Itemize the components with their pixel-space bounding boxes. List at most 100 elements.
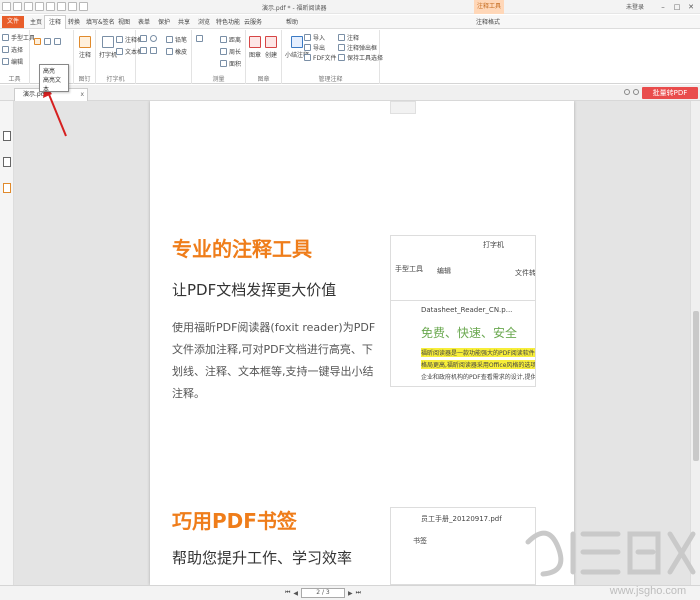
watermark-glyph-3 [667, 531, 696, 575]
first-page-icon[interactable]: ⏮ [285, 589, 290, 597]
note-button[interactable]: 注释 [79, 36, 91, 59]
pencil-button[interactable]: 铅笔 [166, 35, 187, 44]
tab-features[interactable]: 特色功能 [216, 17, 240, 26]
perimeter-button[interactable]: 周长 [220, 47, 241, 56]
underline-button[interactable] [44, 38, 51, 45]
close-icon[interactable]: ✕ [686, 2, 696, 12]
scrollbar-thumb[interactable] [693, 311, 699, 461]
export-label: 导出 [313, 45, 326, 52]
page-decoration [390, 101, 416, 114]
tab-view[interactable]: 视图 [118, 17, 130, 26]
ribbon-tabs: 文件 主页 注释 转换 填写&签名 视图 表单 保护 共享 浏览 特色功能 云服… [0, 15, 700, 42]
last-page-icon[interactable]: ⏭ [356, 589, 361, 597]
rectangle-button[interactable] [140, 35, 147, 42]
hand-icon[interactable] [57, 2, 66, 11]
oval-button[interactable] [150, 35, 157, 42]
polygon-button[interactable] [150, 47, 157, 54]
next-page-icon[interactable]: ▶ [348, 590, 353, 597]
distance-button[interactable]: 距离 [220, 35, 241, 44]
document-tab-bar: 演示.pdf * x 批量转PDF [0, 85, 700, 101]
shot2-panel-title: 书签 [413, 537, 427, 545]
ribbon-group-measure: 距离 周长 面积 测量 [192, 30, 246, 84]
window-title: 演示.pdf * - 福昕阅读器 [262, 5, 327, 12]
textbox-icon [116, 48, 123, 55]
strikeout-button[interactable] [54, 38, 61, 45]
watermark-glyph-2 [627, 531, 661, 575]
section1-subtitle: 让PDF文档发挥更大价值 [172, 281, 337, 299]
highlight-area-button[interactable] [196, 35, 203, 42]
comments-panel-icon[interactable] [3, 183, 11, 193]
tab-cloud[interactable]: 云服务 [244, 17, 262, 26]
print-icon[interactable] [24, 2, 33, 11]
redo-icon[interactable] [46, 2, 55, 11]
perimeter-icon [220, 48, 227, 55]
watermark-url: www.jsgho.com [609, 585, 686, 597]
comments-button[interactable]: 注释 [338, 33, 359, 42]
edit-tool-button[interactable]: 编辑 [2, 57, 23, 66]
context-tab-annotation-tools[interactable]: 注释工具 [474, 0, 504, 14]
import-button[interactable]: 导入 [304, 33, 325, 42]
tab-form[interactable]: 表单 [138, 17, 150, 26]
tab-home[interactable]: 主页 [30, 17, 42, 26]
callout-icon [116, 36, 123, 43]
stamp-label: 图章 [249, 52, 262, 59]
distance-icon [220, 36, 227, 43]
highlight-button[interactable] [34, 38, 41, 45]
export-button[interactable]: 导出 [304, 43, 325, 52]
keep-tool-checkbox[interactable]: 保持工具选择 [338, 53, 383, 62]
note-icon [79, 36, 91, 48]
tab-share[interactable]: 共享 [178, 17, 190, 26]
maximize-icon[interactable]: □ [672, 2, 682, 12]
tab-fill-sign[interactable]: 填写&签名 [86, 17, 115, 26]
bookmark-panel-icon[interactable] [3, 131, 11, 141]
eraser-button[interactable]: 橡皮 [166, 47, 187, 56]
comments-label: 注释 [347, 35, 360, 42]
cloud-icon[interactable] [624, 89, 630, 95]
checkbox-icon [338, 54, 345, 61]
batch-convert-pdf-button[interactable]: 批量转PDF [642, 87, 698, 99]
tab-protect[interactable]: 保护 [158, 17, 170, 26]
typewriter-icon [102, 36, 114, 48]
line-button[interactable] [140, 47, 147, 54]
select-icon[interactable] [68, 2, 77, 11]
settings-icon[interactable] [633, 89, 639, 95]
import-icon [304, 34, 311, 41]
title-bar: 演示.pdf * - 福昕阅读器 注释工具 未登录 – □ ✕ [0, 0, 700, 14]
pages-panel-icon[interactable] [3, 157, 11, 167]
popup-button[interactable]: 注释弹出框 [338, 43, 377, 52]
minimize-icon[interactable]: – [658, 2, 668, 12]
shot2-tab: 员工手册_20120917.pdf [421, 515, 502, 523]
tab-annotation-format[interactable]: 注释格式 [476, 17, 500, 26]
tab-browse[interactable]: 浏览 [198, 17, 210, 26]
tab-comment[interactable]: 注释 [44, 15, 67, 29]
ribbon-group-drawing: 铅笔 橡皮 [136, 30, 192, 84]
rectangle-icon [140, 35, 147, 42]
perimeter-label: 周长 [229, 49, 242, 56]
file-menu-button[interactable]: 文件 [2, 16, 24, 28]
open-icon[interactable] [2, 2, 11, 11]
login-status[interactable]: 未登录 [626, 2, 644, 11]
fdf-button[interactable]: FDF文件 [304, 53, 337, 62]
popup-label: 注释弹出框 [347, 45, 378, 52]
close-tab-icon[interactable]: x [80, 89, 84, 100]
undo-icon[interactable] [35, 2, 44, 11]
watermark-logo: www.jsgho.com [525, 530, 696, 597]
create-stamp-button[interactable]: 创建 [265, 36, 277, 59]
save-icon[interactable] [13, 2, 22, 11]
area-button[interactable]: 面积 [220, 59, 241, 68]
eraser-label: 橡皮 [175, 49, 188, 56]
tab-help[interactable]: 帮助 [286, 17, 298, 26]
shot1-convert: 文件转换 [515, 269, 536, 277]
stamp-button[interactable]: 图章 [249, 36, 261, 59]
select-tool-button[interactable]: 选择 [2, 45, 23, 54]
ribbon-group-label: 管理注释 [318, 76, 343, 83]
typewriter-button[interactable]: 打字机 [99, 36, 117, 59]
import-label: 导入 [313, 35, 326, 42]
create-stamp-icon [265, 36, 277, 48]
tab-convert[interactable]: 转换 [68, 17, 80, 26]
hand-icon [2, 34, 9, 41]
watermark-swirl [525, 530, 564, 577]
zoom-icon[interactable] [79, 2, 88, 11]
prev-page-icon[interactable]: ◀ [293, 590, 298, 597]
page-number-input[interactable]: 2 / 3 [301, 588, 346, 598]
